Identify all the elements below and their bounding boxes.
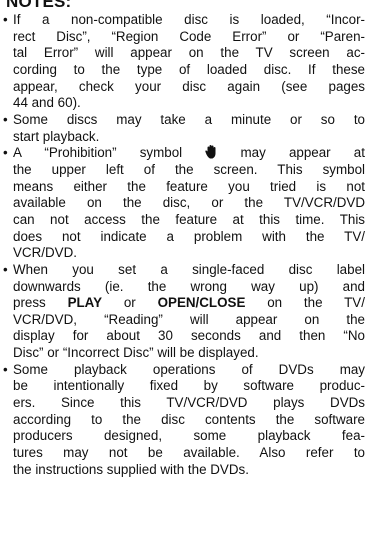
note-line: producers designed, some playback fea- <box>13 428 365 444</box>
note-item: • When you set a single-faced disc label… <box>0 262 367 362</box>
note-line: A “Prohibition” symbol may appear at <box>13 145 365 162</box>
note-line: does not indicate a problem with the TV/ <box>13 228 365 244</box>
note-line: display for about 30 seconds and then “N… <box>13 328 365 344</box>
play-button-label: PLAY <box>67 295 103 311</box>
note-line: appear, check your disc again (see pages <box>13 78 365 94</box>
bullet: • <box>3 261 8 277</box>
notes-heading: NOTES: <box>6 0 72 11</box>
note-line: available on the disc, or the TV/VCR/DVD <box>13 195 365 211</box>
note-line: downwards (ie. the wrong way up) and <box>13 278 365 294</box>
note-text: may appear at <box>240 145 365 161</box>
note-text: A “Prohibition” symbol <box>13 145 183 161</box>
note-line: tures may not be available. Also refer t… <box>13 445 365 461</box>
note-line: Disc” or “Incorrect Disc” will be displa… <box>13 345 259 361</box>
open-close-button-label: OPEN/CLOSE <box>157 295 246 311</box>
note-line: cording to the type of loaded disc. If t… <box>13 61 365 77</box>
note-line: rect Disc”, “Region Code Error” or “Pare… <box>13 28 365 44</box>
note-item: • A “Prohibition” symbol may appear at t… <box>0 145 367 262</box>
note-line: start playback. <box>13 128 100 144</box>
bullet: • <box>3 361 8 377</box>
note-line: ers. Since this TV/VCR/DVD plays DVDs <box>13 395 365 411</box>
note-line: the instructions supplied with the DVDs. <box>13 461 249 477</box>
note-line: press PLAY or OPEN/CLOSE on the TV/ <box>13 295 365 312</box>
note-line: VCR/DVD. <box>13 245 77 261</box>
note-item: • Some playback operations of DVDs may b… <box>0 362 367 479</box>
note-item: • If a non-compatible disc is loaded, “I… <box>0 12 367 112</box>
note-line: the upper left of the screen. This symbo… <box>13 161 365 177</box>
notes-section: NOTES: • If a non-compatible disc is loa… <box>0 0 367 478</box>
note-text: press <box>13 295 46 311</box>
notes-list: • If a non-compatible disc is loaded, “I… <box>0 12 367 478</box>
note-line: tal Error” will appear on the TV screen … <box>13 45 365 61</box>
bullet: • <box>3 12 8 27</box>
bullet: • <box>3 111 8 127</box>
note-line: 44 and 60). <box>13 95 81 111</box>
note-line: Some playback operations of DVDs may <box>13 361 365 377</box>
note-line: Some discs may take a minute or so to <box>13 111 365 127</box>
bullet: • <box>3 145 8 161</box>
note-item: • Some discs may take a minute or so to … <box>0 112 367 145</box>
note-line: according to the disc contents the softw… <box>13 411 365 427</box>
note-text: or <box>123 295 136 311</box>
note-line: VCR/DVD, “Reading” will appear on the <box>13 311 365 327</box>
note-text: on the TV/ <box>267 295 365 311</box>
prohibition-hand-icon <box>205 145 216 159</box>
note-line: When you set a single-faced disc label <box>13 261 365 277</box>
note-line: can not access the feature at this time.… <box>13 211 365 227</box>
note-line: If a non-compatible disc is loaded, “Inc… <box>13 12 365 27</box>
note-line: means either the feature you tried is no… <box>13 178 365 194</box>
note-line: be intentionally fixed by software produ… <box>13 378 365 394</box>
